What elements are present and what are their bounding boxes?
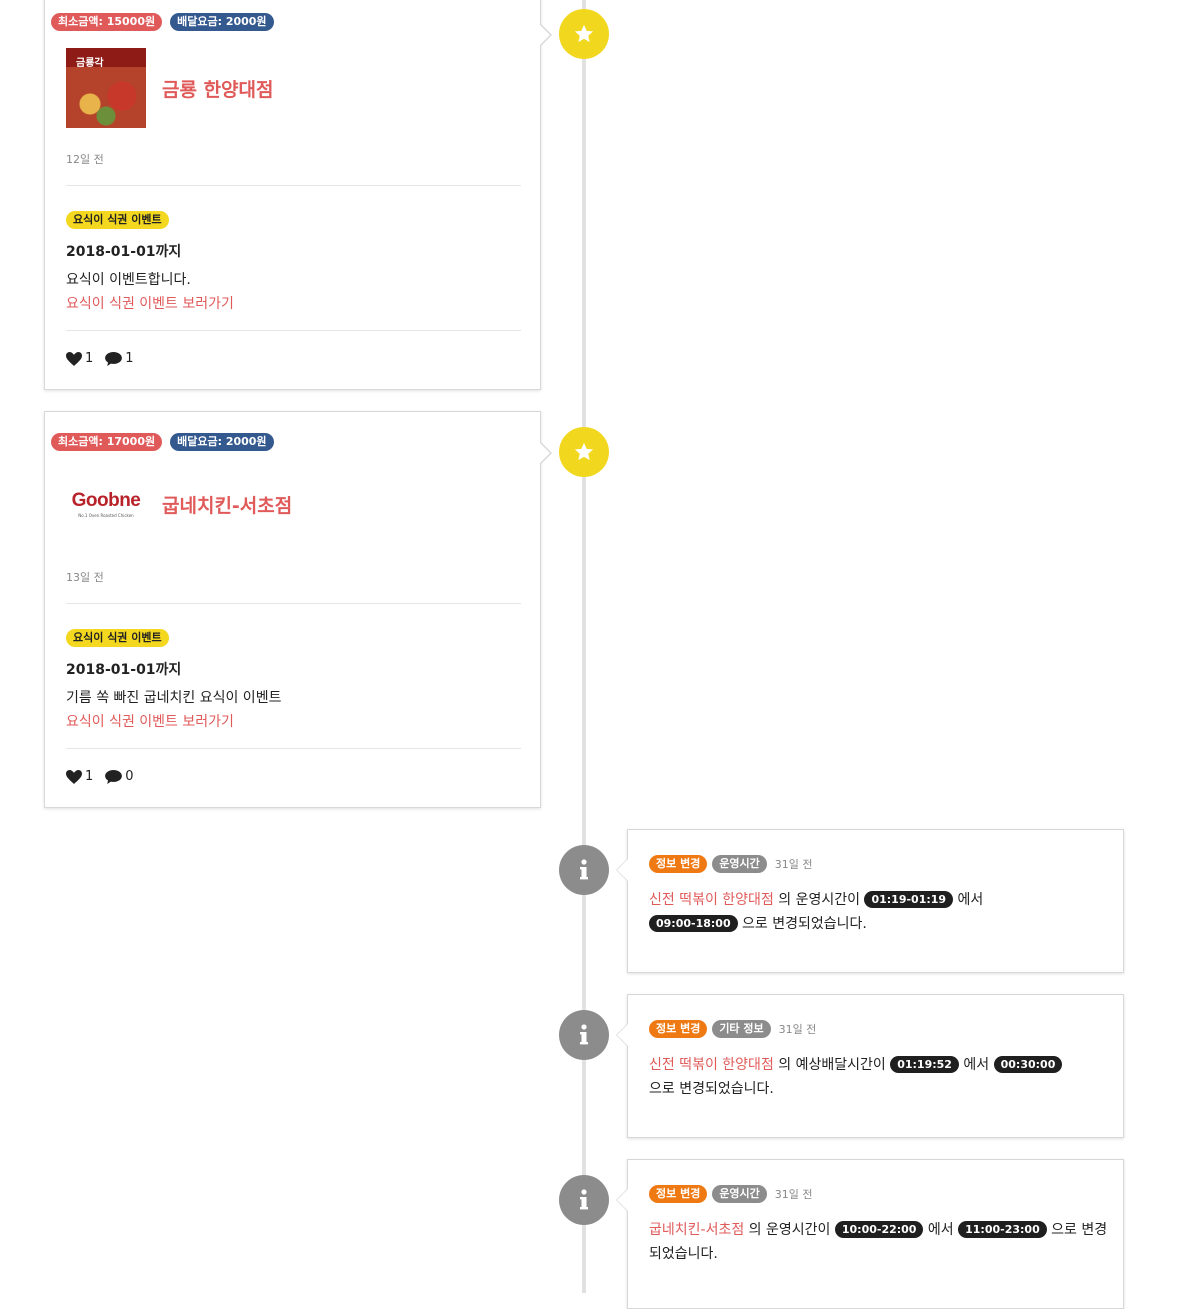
star-icon [559, 9, 609, 59]
message-text: 의 예상배달시간이 [773, 1057, 891, 1073]
info-card: 정보 변경 운영시간 31일 전 신전 떡볶이 한양대점 의 운영시간이 01:… [616, 829, 1124, 973]
divider [66, 185, 521, 186]
info-icon [559, 1175, 609, 1225]
store-thumbnail[interactable]: 금룡각 [66, 48, 146, 128]
event-card: 최소금액: 17000원 배달요금: 2000원 Goobne No.1 Ove… [44, 411, 552, 808]
info-card: 정보 변경 기타 정보 31일 전 신전 떡볶이 한양대점 의 예상배달시간이 … [616, 994, 1124, 1138]
comment-button[interactable]: 1 [105, 351, 134, 366]
heart-icon [66, 769, 82, 784]
divider [66, 603, 521, 604]
message-text: 에서 [958, 1057, 994, 1073]
like-count: 1 [85, 769, 94, 784]
event-description: 요식이 이벤트합니다. [66, 272, 191, 288]
info-message: 신전 떡볶이 한양대점 의 운영시간이 01:19-01:19 에서 09:00… [649, 888, 1109, 936]
star-icon [559, 427, 609, 477]
info-change-tag: 정보 변경 [649, 855, 708, 873]
new-value-pill: 09:00-18:00 [649, 915, 738, 932]
comment-count: 0 [125, 769, 134, 784]
logo-text: Goobne [71, 490, 141, 511]
old-value-pill: 10:00-22:00 [834, 1221, 924, 1238]
info-type-tag: 운영시간 [712, 855, 767, 873]
comment-icon [105, 769, 123, 784]
info-card: 정보 변경 운영시간 31일 전 굽네치킨-서초점 의 운영시간이 10:00-… [616, 1159, 1124, 1309]
event-description: 기름 쏙 빠진 굽네치킨 요식이 이벤트 [66, 690, 282, 706]
time-ago: 12일 전 [66, 153, 104, 166]
info-icon [559, 845, 609, 895]
divider [66, 330, 521, 331]
time-ago: 31일 전 [774, 1188, 813, 1201]
store-link[interactable]: 신전 떡볶이 한양대점 [649, 1057, 774, 1073]
timeline-line [582, 0, 586, 1293]
new-value-pill: 00:30:00 [993, 1056, 1063, 1073]
message-text: 의 운영시간이 [773, 892, 865, 908]
event-tag: 요식이 식권 이벤트 [66, 211, 169, 229]
heart-icon [66, 351, 82, 366]
like-button[interactable]: 1 [66, 351, 93, 366]
comment-count: 1 [125, 351, 134, 366]
message-text: 으로 변경되었습니다. [737, 916, 867, 932]
divider [66, 748, 521, 749]
card-pointer [616, 858, 628, 882]
min-order-badge: 최소금액: 17000원 [51, 433, 163, 451]
time-ago: 31일 전 [778, 1023, 817, 1036]
comment-icon [105, 351, 123, 366]
event-card: 최소금액: 15000원 배달요금: 2000원 금룡각 금룡 한양대점 12일… [44, 0, 552, 390]
old-value-pill: 01:19:52 [890, 1056, 959, 1073]
new-value-pill: 11:00-23:00 [958, 1221, 1047, 1238]
card-pointer [539, 441, 552, 465]
card-pointer [616, 1188, 628, 1212]
like-count: 1 [85, 351, 94, 366]
message-text: 으로 변경되었습니다. [649, 1081, 774, 1097]
store-link[interactable]: 굽네치킨-서초점 [649, 1222, 744, 1238]
info-change-tag: 정보 변경 [649, 1185, 708, 1203]
store-name-link[interactable]: 금룡 한양대점 [162, 75, 274, 102]
min-order-badge: 최소금액: 15000원 [51, 13, 163, 31]
info-type-tag: 운영시간 [712, 1185, 767, 1203]
store-name-link[interactable]: 굽네치킨-서초점 [162, 491, 292, 518]
info-icon [559, 1010, 609, 1060]
message-text: 에서 [953, 892, 984, 908]
event-deadline: 2018-01-01까지 [66, 244, 182, 260]
like-button[interactable]: 1 [66, 769, 93, 784]
card-pointer [539, 23, 552, 47]
message-text: 에서 [923, 1222, 959, 1238]
delivery-fee-badge: 배달요금: 2000원 [170, 433, 274, 451]
message-text: 의 운영시간이 [744, 1222, 835, 1238]
event-link[interactable]: 요식이 식권 이벤트 보러가기 [66, 711, 234, 731]
comment-button[interactable]: 0 [105, 769, 134, 784]
card-pointer [616, 1023, 628, 1047]
time-ago: 13일 전 [66, 571, 104, 584]
store-logo[interactable]: Goobne No.1 Oven Roasted Chicken [66, 464, 146, 544]
store-link[interactable]: 신전 떡볶이 한양대점 [649, 892, 774, 908]
event-link[interactable]: 요식이 식권 이벤트 보러가기 [66, 293, 234, 313]
event-deadline: 2018-01-01까지 [66, 662, 182, 678]
info-message: 신전 떡볶이 한양대점 의 예상배달시간이 01:19:52 에서 00:30:… [649, 1053, 1109, 1101]
delivery-fee-badge: 배달요금: 2000원 [170, 13, 274, 31]
info-message: 굽네치킨-서초점 의 운영시간이 10:00-22:00 에서 11:00-23… [649, 1218, 1109, 1266]
event-tag: 요식이 식권 이벤트 [66, 629, 169, 647]
info-type-tag: 기타 정보 [712, 1020, 771, 1038]
info-change-tag: 정보 변경 [649, 1020, 708, 1038]
time-ago: 31일 전 [774, 858, 813, 871]
thumbnail-text: 금룡각 [76, 58, 104, 69]
logo-subtext: No.1 Oven Roasted Chicken [78, 513, 134, 518]
old-value-pill: 01:19-01:19 [864, 891, 954, 908]
